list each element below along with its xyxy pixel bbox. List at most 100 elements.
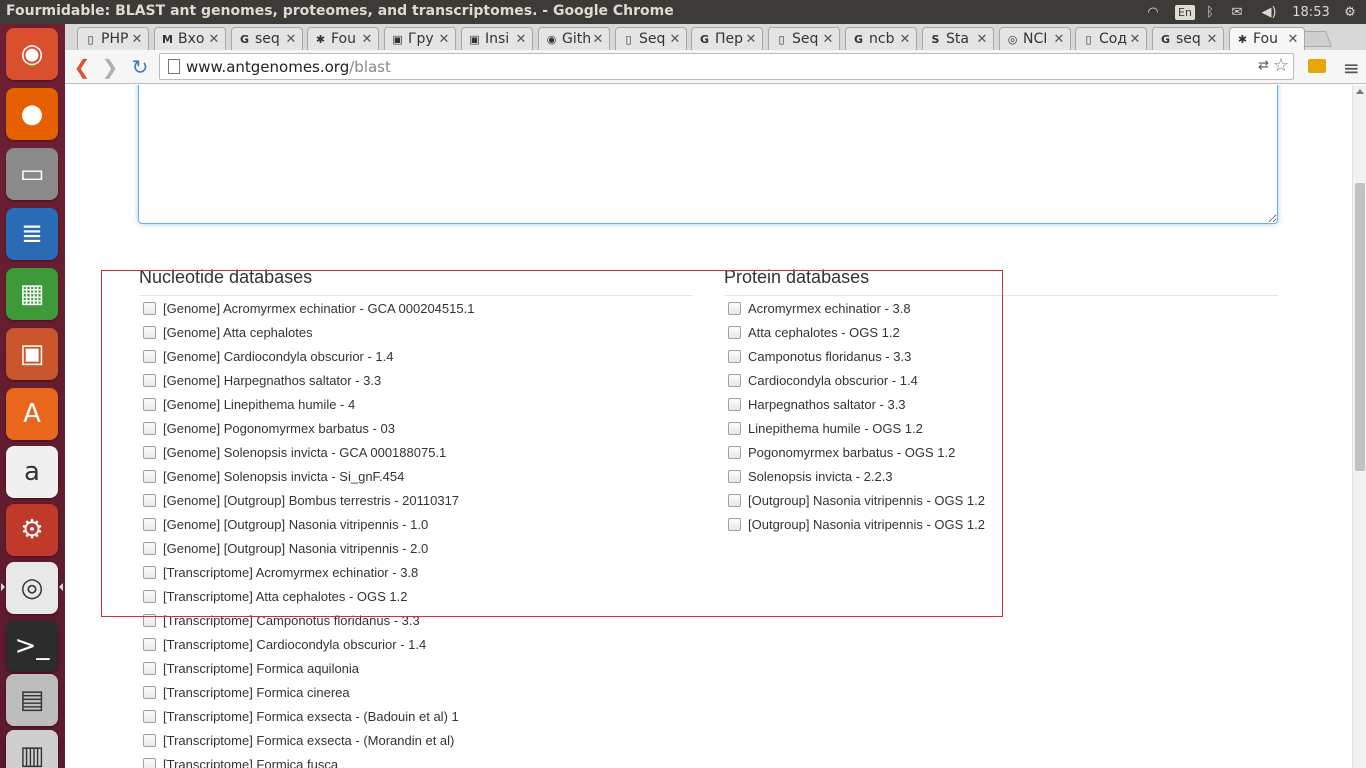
close-tab-icon[interactable]: ✕ [514, 32, 528, 47]
protein-database-item[interactable]: Solenopsis invicta - 2.2.3 [724, 464, 1278, 488]
nucleotide-database-item[interactable]: [Genome] Pogonomyrmex barbatus - 03 [139, 416, 693, 440]
database-checkbox[interactable] [728, 325, 741, 339]
nucleotide-database-item[interactable]: [Genome] Atta cephalotes [139, 320, 693, 344]
close-tab-icon[interactable]: ✕ [744, 32, 758, 47]
database-label[interactable]: [Genome] Cardiocondyla obscurior - 1.4 [163, 349, 394, 364]
database-checkbox[interactable] [728, 349, 741, 363]
database-checkbox[interactable] [143, 445, 156, 459]
database-checkbox[interactable] [143, 397, 156, 411]
database-checkbox[interactable] [143, 637, 156, 651]
protein-database-item[interactable]: Cardiocondyla obscurior - 1.4 [724, 368, 1278, 392]
database-checkbox[interactable] [728, 421, 741, 435]
database-label[interactable]: [Genome] [Outgroup] Nasonia vitripennis … [163, 517, 428, 532]
chrome-icon[interactable]: ◎ [1, 562, 63, 614]
database-checkbox[interactable] [143, 685, 156, 699]
database-label[interactable]: Linepithema humile - OGS 1.2 [748, 421, 923, 436]
database-label[interactable]: Pogonomyrmex barbatus - OGS 1.2 [748, 445, 955, 460]
forward-button[interactable]: ❯ [97, 54, 123, 80]
wifi-icon[interactable]: ◠ [1142, 2, 1164, 22]
nucleotide-database-item[interactable]: [Transcriptome] Atta cephalotes - OGS 1.… [139, 584, 693, 608]
database-label[interactable]: [Genome] Solenopsis invicta - Si_gnF.454 [163, 469, 404, 484]
mail-icon[interactable]: ✉ [1226, 2, 1248, 22]
database-checkbox[interactable] [143, 373, 156, 387]
protein-database-item[interactable]: [Outgroup] Nasonia vitripennis - OGS 1.2 [724, 512, 1278, 536]
database-label[interactable]: Solenopsis invicta - 2.2.3 [748, 469, 893, 484]
close-tab-icon[interactable]: ✕ [130, 32, 144, 47]
browser-tab[interactable]: G Пер ✕ [691, 27, 763, 50]
terminal-icon[interactable]: >_ [6, 620, 58, 672]
reload-button[interactable]: ↻ [127, 54, 153, 80]
files-icon[interactable]: ▭ [6, 148, 58, 200]
protein-database-item[interactable]: Acromyrmex echinatior - 3.8 [724, 296, 1278, 320]
close-tab-icon[interactable]: ✕ [284, 32, 298, 47]
database-label[interactable]: [Genome] Solenopsis invicta - GCA 000188… [163, 445, 446, 460]
database-label[interactable]: [Genome] Atta cephalotes [163, 325, 313, 340]
scroll-up-arrow-icon[interactable] [1356, 89, 1364, 94]
browser-tab[interactable]: ▣ Гру ✕ [384, 27, 456, 50]
database-label[interactable]: Camponotus floridanus - 3.3 [748, 349, 911, 364]
nucleotide-database-item[interactable]: [Transcriptome] Camponotus floridanus - … [139, 608, 693, 632]
close-tab-icon[interactable]: ✕ [207, 32, 221, 47]
keyboard-language-indicator[interactable]: En [1174, 2, 1196, 22]
database-checkbox[interactable] [143, 469, 156, 483]
database-checkbox[interactable] [728, 517, 741, 531]
url-text[interactable]: www.antgenomes.org/blast [186, 58, 391, 76]
database-label[interactable]: [Transcriptome] Atta cephalotes - OGS 1.… [163, 589, 407, 604]
database-label[interactable]: Acromyrmex echinatior - 3.8 [748, 301, 911, 316]
database-checkbox[interactable] [728, 469, 741, 483]
nucleotide-database-item[interactable]: [Genome] Harpegnathos saltator - 3.3 [139, 368, 693, 392]
browser-tab[interactable]: ◎ NCI ✕ [999, 27, 1071, 50]
database-checkbox[interactable] [143, 565, 156, 579]
nucleotide-database-item[interactable]: [Genome] [Outgroup] Bombus terrestris - … [139, 488, 693, 512]
database-label[interactable]: [Transcriptome] Formica fusca [163, 757, 338, 768]
page-scrollbar[interactable] [1352, 85, 1366, 768]
database-label[interactable]: Cardiocondyla obscurior - 1.4 [748, 373, 918, 388]
database-label[interactable]: [Genome] Pogonomyrmex barbatus - 03 [163, 421, 395, 436]
nucleotide-database-item[interactable]: [Genome] Linepithema humile - 4 [139, 392, 693, 416]
libreoffice-writer-icon[interactable]: ≣ [6, 208, 58, 260]
database-label[interactable]: [Outgroup] Nasonia vitripennis - OGS 1.2 [748, 517, 985, 532]
nucleotide-database-item[interactable]: [Transcriptome] Formica exsecta - (Moran… [139, 728, 693, 752]
close-tab-icon[interactable]: ✕ [1128, 32, 1142, 47]
database-label[interactable]: [Genome] Acromyrmex echinatior - GCA 000… [163, 301, 474, 316]
protein-database-item[interactable]: Harpegnathos saltator - 3.3 [724, 392, 1278, 416]
database-checkbox[interactable] [143, 613, 156, 627]
database-checkbox[interactable] [143, 661, 156, 675]
close-tab-icon[interactable]: ✕ [360, 32, 374, 47]
nucleotide-database-item[interactable]: [Genome] [Outgroup] Nasonia vitripennis … [139, 512, 693, 536]
browser-tab[interactable]: ✱ Fou ✕ [307, 27, 379, 50]
browser-tab[interactable]: Gncb ✕ [845, 27, 917, 50]
libreoffice-impress-icon[interactable]: ▣ [6, 328, 58, 380]
browser-tab[interactable]: ▯ Seq ✕ [768, 27, 840, 50]
query-sequence-textarea[interactable] [138, 85, 1278, 224]
database-checkbox[interactable] [143, 589, 156, 603]
workspace-switcher-icon[interactable]: ▤ [6, 674, 58, 726]
nucleotide-database-item[interactable]: [Transcriptome] Formica exsecta - (Badou… [139, 704, 693, 728]
browser-tab[interactable]: ▯ PHP ✕ [77, 27, 149, 50]
protein-database-item[interactable]: Pogonomyrmex barbatus - OGS 1.2 [724, 440, 1278, 464]
nucleotide-database-item[interactable]: [Genome] Solenopsis invicta - GCA 000188… [139, 440, 693, 464]
extension-icon[interactable] [1308, 59, 1326, 73]
database-label[interactable]: [Genome] Harpegnathos saltator - 3.3 [163, 373, 381, 388]
database-label[interactable]: [Transcriptome] Formica aquilonia [163, 661, 359, 676]
close-tab-icon[interactable]: ✕ [437, 32, 451, 47]
database-label[interactable]: [Transcriptome] Formica exsecta - (Badou… [163, 709, 459, 724]
protein-database-item[interactable]: Linepithema humile - OGS 1.2 [724, 416, 1278, 440]
protein-database-item[interactable]: Atta cephalotes - OGS 1.2 [724, 320, 1278, 344]
database-checkbox[interactable] [143, 541, 156, 555]
close-tab-icon[interactable]: ✕ [975, 32, 989, 47]
nucleotide-database-item[interactable]: [Genome] Cardiocondyla obscurior - 1.4 [139, 344, 693, 368]
close-tab-icon[interactable]: ✕ [591, 32, 605, 47]
database-label[interactable]: Harpegnathos saltator - 3.3 [748, 397, 906, 412]
nucleotide-database-item[interactable]: [Transcriptome] Formica fusca [139, 752, 693, 768]
database-checkbox[interactable] [143, 757, 156, 768]
database-label[interactable]: [Genome] [Outgroup] Nasonia vitripennis … [163, 541, 428, 556]
database-label[interactable]: [Transcriptome] Formica cinerea [163, 685, 350, 700]
database-checkbox[interactable] [143, 517, 156, 531]
nucleotide-database-item[interactable]: [Genome] Solenopsis invicta - Si_gnF.454 [139, 464, 693, 488]
database-checkbox[interactable] [143, 349, 156, 363]
back-button[interactable]: ❮ [69, 54, 95, 80]
gear-icon[interactable]: ⚙ [1340, 2, 1360, 22]
system-settings-icon[interactable]: ⚙ [6, 504, 58, 556]
bookmark-star-icon[interactable]: ☆ [1273, 55, 1289, 76]
